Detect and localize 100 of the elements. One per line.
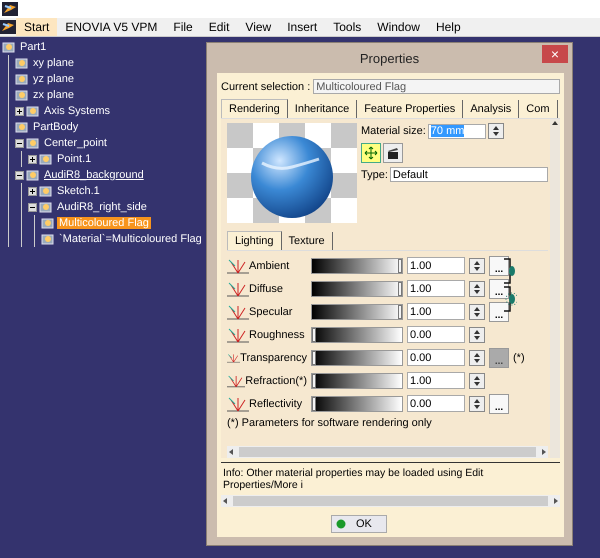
slider-thumb[interactable] [312,350,316,364]
expander-icon[interactable] [15,170,24,180]
expander-icon[interactable] [15,106,24,116]
tab[interactable]: Inheritance [288,100,358,118]
scroll-right-icon [552,496,560,506]
expander-icon[interactable] [28,202,37,212]
current-selection-field[interactable]: Multicoloured Flag [313,79,560,94]
expander-icon[interactable] [28,154,37,164]
value-field[interactable]: 1.00 [407,280,465,297]
tree-item[interactable]: Axis Systems [42,105,112,117]
dialog-title: Properties [360,50,420,66]
clapper-button[interactable] [383,143,403,163]
expander-icon[interactable] [15,138,24,148]
slider[interactable] [311,326,403,342]
light-reflection-icon [227,394,249,412]
tree-item[interactable]: yz plane [31,73,76,85]
tree-node-icon [41,232,55,246]
tree-node-icon [15,56,29,70]
tree-node-icon [26,136,40,150]
menu-item[interactable]: Start [16,18,58,36]
menu-item[interactable]: Help [428,18,469,36]
tree-node-icon [39,152,53,166]
slider-thumb[interactable] [398,258,402,272]
slider[interactable] [311,396,403,412]
spin-button[interactable] [488,123,504,139]
slider-thumb[interactable] [398,304,402,318]
tree-item[interactable]: Part1 [18,41,48,53]
slider[interactable] [311,280,403,296]
note-mark: (*) [513,352,525,364]
ok-button[interactable]: OK [331,515,387,533]
property-label: Reflectivity [249,398,302,410]
color-button[interactable]: ... [489,278,509,298]
spin-button[interactable] [469,372,485,388]
spin-button[interactable] [469,326,485,342]
tree-node-icon [15,72,29,86]
close-button[interactable]: × [542,45,568,63]
value-field[interactable]: 0.00 [407,395,465,412]
value-field[interactable]: 1.00 [407,372,465,389]
menu-item[interactable]: View [237,18,280,36]
value-field[interactable]: 1.00 [407,303,465,320]
mapping-button[interactable] [361,143,381,163]
tab[interactable]: Analysis [463,100,520,118]
expander-icon[interactable] [28,186,37,196]
menu-item[interactable]: Edit [200,18,238,36]
slider[interactable] [311,350,403,366]
tree-item[interactable]: AudiR8_background [42,169,146,181]
tab[interactable]: Rendering [221,99,288,118]
light-reflection-icon [227,280,249,298]
menu-item[interactable]: Insert [279,18,326,36]
tree-node-icon [41,216,55,230]
slider-thumb[interactable] [398,282,402,296]
tree-item[interactable]: Sketch.1 [55,185,102,197]
tree-node-icon [26,104,40,118]
tree-node-icon [2,40,16,54]
tree-item[interactable]: Point.1 [55,153,94,165]
tab[interactable]: Texture [282,232,333,250]
tree-item[interactable]: xy plane [31,57,76,69]
slider-thumb[interactable] [312,396,316,410]
menu-item[interactable]: Tools [325,18,370,36]
scroll-right-icon [540,447,548,457]
spin-button[interactable] [469,350,485,366]
tree-item[interactable]: Center_point [42,137,109,149]
tree-item[interactable]: PartBody [31,121,80,133]
slider-thumb[interactable] [312,374,316,388]
property-label: Transparency [240,352,307,364]
material-size-label: Material size: [361,125,426,137]
tab[interactable]: Lighting [227,231,282,250]
tab[interactable]: Com [519,100,558,118]
menu-item[interactable]: ENOVIA V5 VPM [57,18,166,36]
slider[interactable] [311,372,403,388]
tree-item[interactable]: zx plane [31,89,76,101]
value-field[interactable]: 0.00 [407,326,465,343]
menu-item[interactable]: File [165,18,201,36]
slider[interactable] [311,258,403,274]
tree-node-icon [39,200,53,214]
scroll-left-icon [227,447,235,457]
app-logo-icon [0,20,16,34]
color-button[interactable]: ... [489,256,509,276]
tab[interactable]: Feature Properties [357,100,464,118]
spin-button[interactable] [469,396,485,412]
menu-item[interactable]: Window [369,18,428,36]
horizontal-scrollbar[interactable] [221,495,560,507]
tree-item[interactable]: `Material`=Multicoloured Flag [57,233,204,245]
spin-button[interactable] [469,304,485,320]
color-button[interactable]: ... [489,394,509,414]
app-logo-icon [2,2,18,16]
value-field[interactable]: 1.00 [407,257,465,274]
tree-node-icon [15,120,29,134]
spin-button[interactable] [469,258,485,274]
slider[interactable] [311,304,403,320]
horizontal-scrollbar[interactable] [227,446,548,458]
value-field[interactable]: 0.00 [407,349,465,366]
spin-button[interactable] [469,280,485,296]
type-field[interactable]: Default [390,167,548,182]
color-button[interactable]: ... [489,302,509,322]
light-reflection-icon [227,256,249,274]
vertical-scrollbar[interactable] [550,119,560,458]
slider-thumb[interactable] [312,328,316,342]
tree-node-icon [15,88,29,102]
tree-item[interactable]: AudiR8_right_side [55,201,149,213]
